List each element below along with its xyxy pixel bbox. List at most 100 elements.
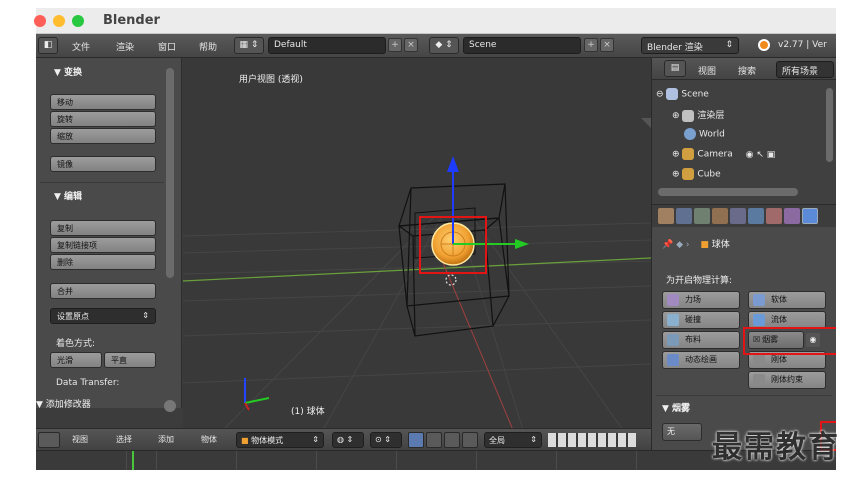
layers-grid[interactable]	[548, 433, 636, 447]
add-scene-icon[interactable]: +	[584, 38, 598, 52]
manipulator-icon[interactable]	[408, 432, 424, 448]
mirror-button[interactable]: 镜像	[50, 156, 156, 172]
pin-icon[interactable]: 📌	[662, 240, 673, 250]
eye-icon[interactable]: ◉ ↖ ▣	[746, 150, 776, 160]
modifiers-tab-icon[interactable]	[748, 208, 764, 224]
menu-select[interactable]: 选择	[116, 434, 132, 445]
axis-gizmo	[244, 378, 270, 411]
button-label: 软体	[771, 295, 787, 304]
mode-select[interactable]: ■ 物体模式 ⇕	[236, 432, 324, 448]
outliner-row-render-layers[interactable]: ⊕ 渲染层	[672, 108, 836, 126]
rigid-body-constraint-button[interactable]: 刚体约束	[748, 371, 826, 389]
dynamic-paint-button[interactable]: 动态绘画	[662, 351, 740, 369]
menu-add[interactable]: 添加	[158, 434, 174, 445]
delete-layout-icon[interactable]: ×	[404, 38, 418, 52]
chevron-updown-icon: ⇕	[530, 435, 537, 444]
menu-object[interactable]: 物体	[201, 434, 217, 445]
render-engine-label: Blender 渲染	[647, 43, 703, 53]
outliner-row-world[interactable]: World	[684, 128, 836, 146]
menu-render[interactable]: 渲染	[116, 40, 134, 53]
texture-tab-icon[interactable]	[784, 208, 800, 224]
menu-file[interactable]: 文件	[72, 40, 90, 53]
editor-type-icon[interactable]: ◧	[38, 37, 58, 54]
duplicate-linked-button[interactable]: 复制链接项	[50, 237, 156, 253]
add-modifier-header[interactable]: ▼ 添加修改器	[36, 397, 91, 413]
rotate-icon[interactable]	[444, 432, 460, 448]
button-label: 流体	[771, 315, 787, 324]
material-tab-icon[interactable]	[766, 208, 782, 224]
outliner-row-cube[interactable]: ⊕ Cube	[672, 168, 836, 180]
outliner-row-camera[interactable]: ⊕ Camera ◉ ↖ ▣	[672, 148, 836, 166]
panel-divider	[40, 182, 164, 183]
edit-panel-header[interactable]: ▼ 编辑	[54, 189, 82, 205]
zoom-window-icon[interactable]	[72, 15, 84, 27]
editor-type-icon[interactable]: ▤	[664, 60, 686, 77]
pivot-select[interactable]: ⊙ ⇕	[370, 432, 402, 448]
editor-type-icon[interactable]	[38, 432, 60, 448]
transform-panel-header[interactable]: ▼ 变换	[54, 65, 82, 81]
soft-body-button[interactable]: 软体	[748, 291, 826, 309]
scale-button[interactable]: 缩放	[50, 128, 156, 144]
shading-select[interactable]: ◍ ⇕	[332, 432, 364, 448]
set-origin-select[interactable]: 设置原点 ⇕	[50, 308, 156, 324]
cloth-button[interactable]: 布料	[662, 331, 740, 349]
screen-layout-field[interactable]: Default	[268, 37, 386, 54]
world-tab-icon[interactable]	[694, 208, 710, 224]
outliner-menu-view[interactable]: 视图	[698, 64, 716, 77]
constraints-tab-icon[interactable]	[730, 208, 746, 224]
outliner-label: 渲染层	[697, 111, 725, 121]
flat-button[interactable]: 平直	[104, 352, 156, 368]
object-tab-icon[interactable]	[712, 208, 728, 224]
current-frame-marker[interactable]	[132, 451, 134, 470]
world-icon	[684, 128, 696, 140]
outliner-scrollbar[interactable]	[826, 88, 833, 162]
orientation-select[interactable]: 全局 ⇕	[484, 432, 542, 448]
smooth-button[interactable]: 光滑	[50, 352, 102, 368]
collision-button[interactable]: 碰撞	[662, 311, 740, 329]
rotate-button[interactable]: 旋转	[50, 111, 156, 127]
viewport-scene	[183, 118, 651, 430]
scale-icon[interactable]	[462, 432, 478, 448]
physics-tab-icon[interactable]	[802, 208, 818, 224]
menu-view[interactable]: 视图	[72, 434, 88, 445]
button-label: 布料	[685, 335, 701, 344]
translate-icon[interactable]	[426, 432, 442, 448]
render-tab-icon[interactable]	[658, 208, 674, 224]
outliner-display-mode[interactable]: 所有场景	[776, 61, 834, 78]
screen-layout-icon[interactable]: ▦ ⇕	[234, 37, 264, 54]
scene-tab-icon[interactable]	[676, 208, 692, 224]
join-button[interactable]: 合并	[50, 283, 156, 299]
info-header: ◧ 文件 渲染 窗口 帮助 ▦ ⇕ Default + × ◆ ⇕ Scene …	[36, 34, 836, 58]
delete-scene-icon[interactable]: ×	[600, 38, 614, 52]
render-engine-select[interactable]: Blender 渲染 ⇕	[641, 37, 739, 54]
collision-icon	[667, 313, 679, 326]
smoke-panel-header[interactable]: ▼ 烟雾	[662, 401, 690, 417]
3d-viewport[interactable]: 用户视图 (透视) (1) 球体	[183, 58, 651, 430]
cube-icon	[682, 168, 695, 180]
add-layout-icon[interactable]: +	[388, 38, 402, 52]
menu-help[interactable]: 帮助	[199, 40, 217, 53]
version-label: v2.77 | Ver	[778, 40, 827, 50]
duplicate-button[interactable]: 复制	[50, 220, 156, 236]
button-label: 刚体约束	[771, 375, 803, 384]
outliner-hscrollbar[interactable]	[658, 188, 798, 196]
smoke-highlight-box	[743, 327, 836, 355]
camera-icon	[682, 148, 695, 160]
move-button[interactable]: 移动	[50, 94, 156, 110]
rigid-body-icon	[753, 353, 765, 366]
force-field-button[interactable]: 力场	[662, 291, 740, 309]
menu-window[interactable]: 窗口	[158, 40, 176, 53]
shading-label: 着色方式:	[56, 339, 96, 349]
dynamic-paint-icon	[667, 353, 679, 366]
minimize-window-icon[interactable]	[53, 15, 65, 27]
close-window-icon[interactable]	[34, 15, 46, 27]
tool-shelf-scrollbar[interactable]	[166, 68, 174, 278]
smoke-type-none-button[interactable]: 无	[662, 423, 702, 441]
outliner-menu-search[interactable]: 搜索	[738, 64, 756, 77]
panel-drag-handle-icon[interactable]	[164, 400, 176, 412]
scene-selector-icon[interactable]: ◆ ⇕	[429, 37, 459, 54]
delete-button[interactable]: 删除	[50, 254, 156, 270]
grid-floor	[183, 217, 651, 430]
outliner-row-scene[interactable]: ⊖ Scene	[656, 88, 831, 106]
scene-field[interactable]: Scene	[463, 37, 581, 54]
